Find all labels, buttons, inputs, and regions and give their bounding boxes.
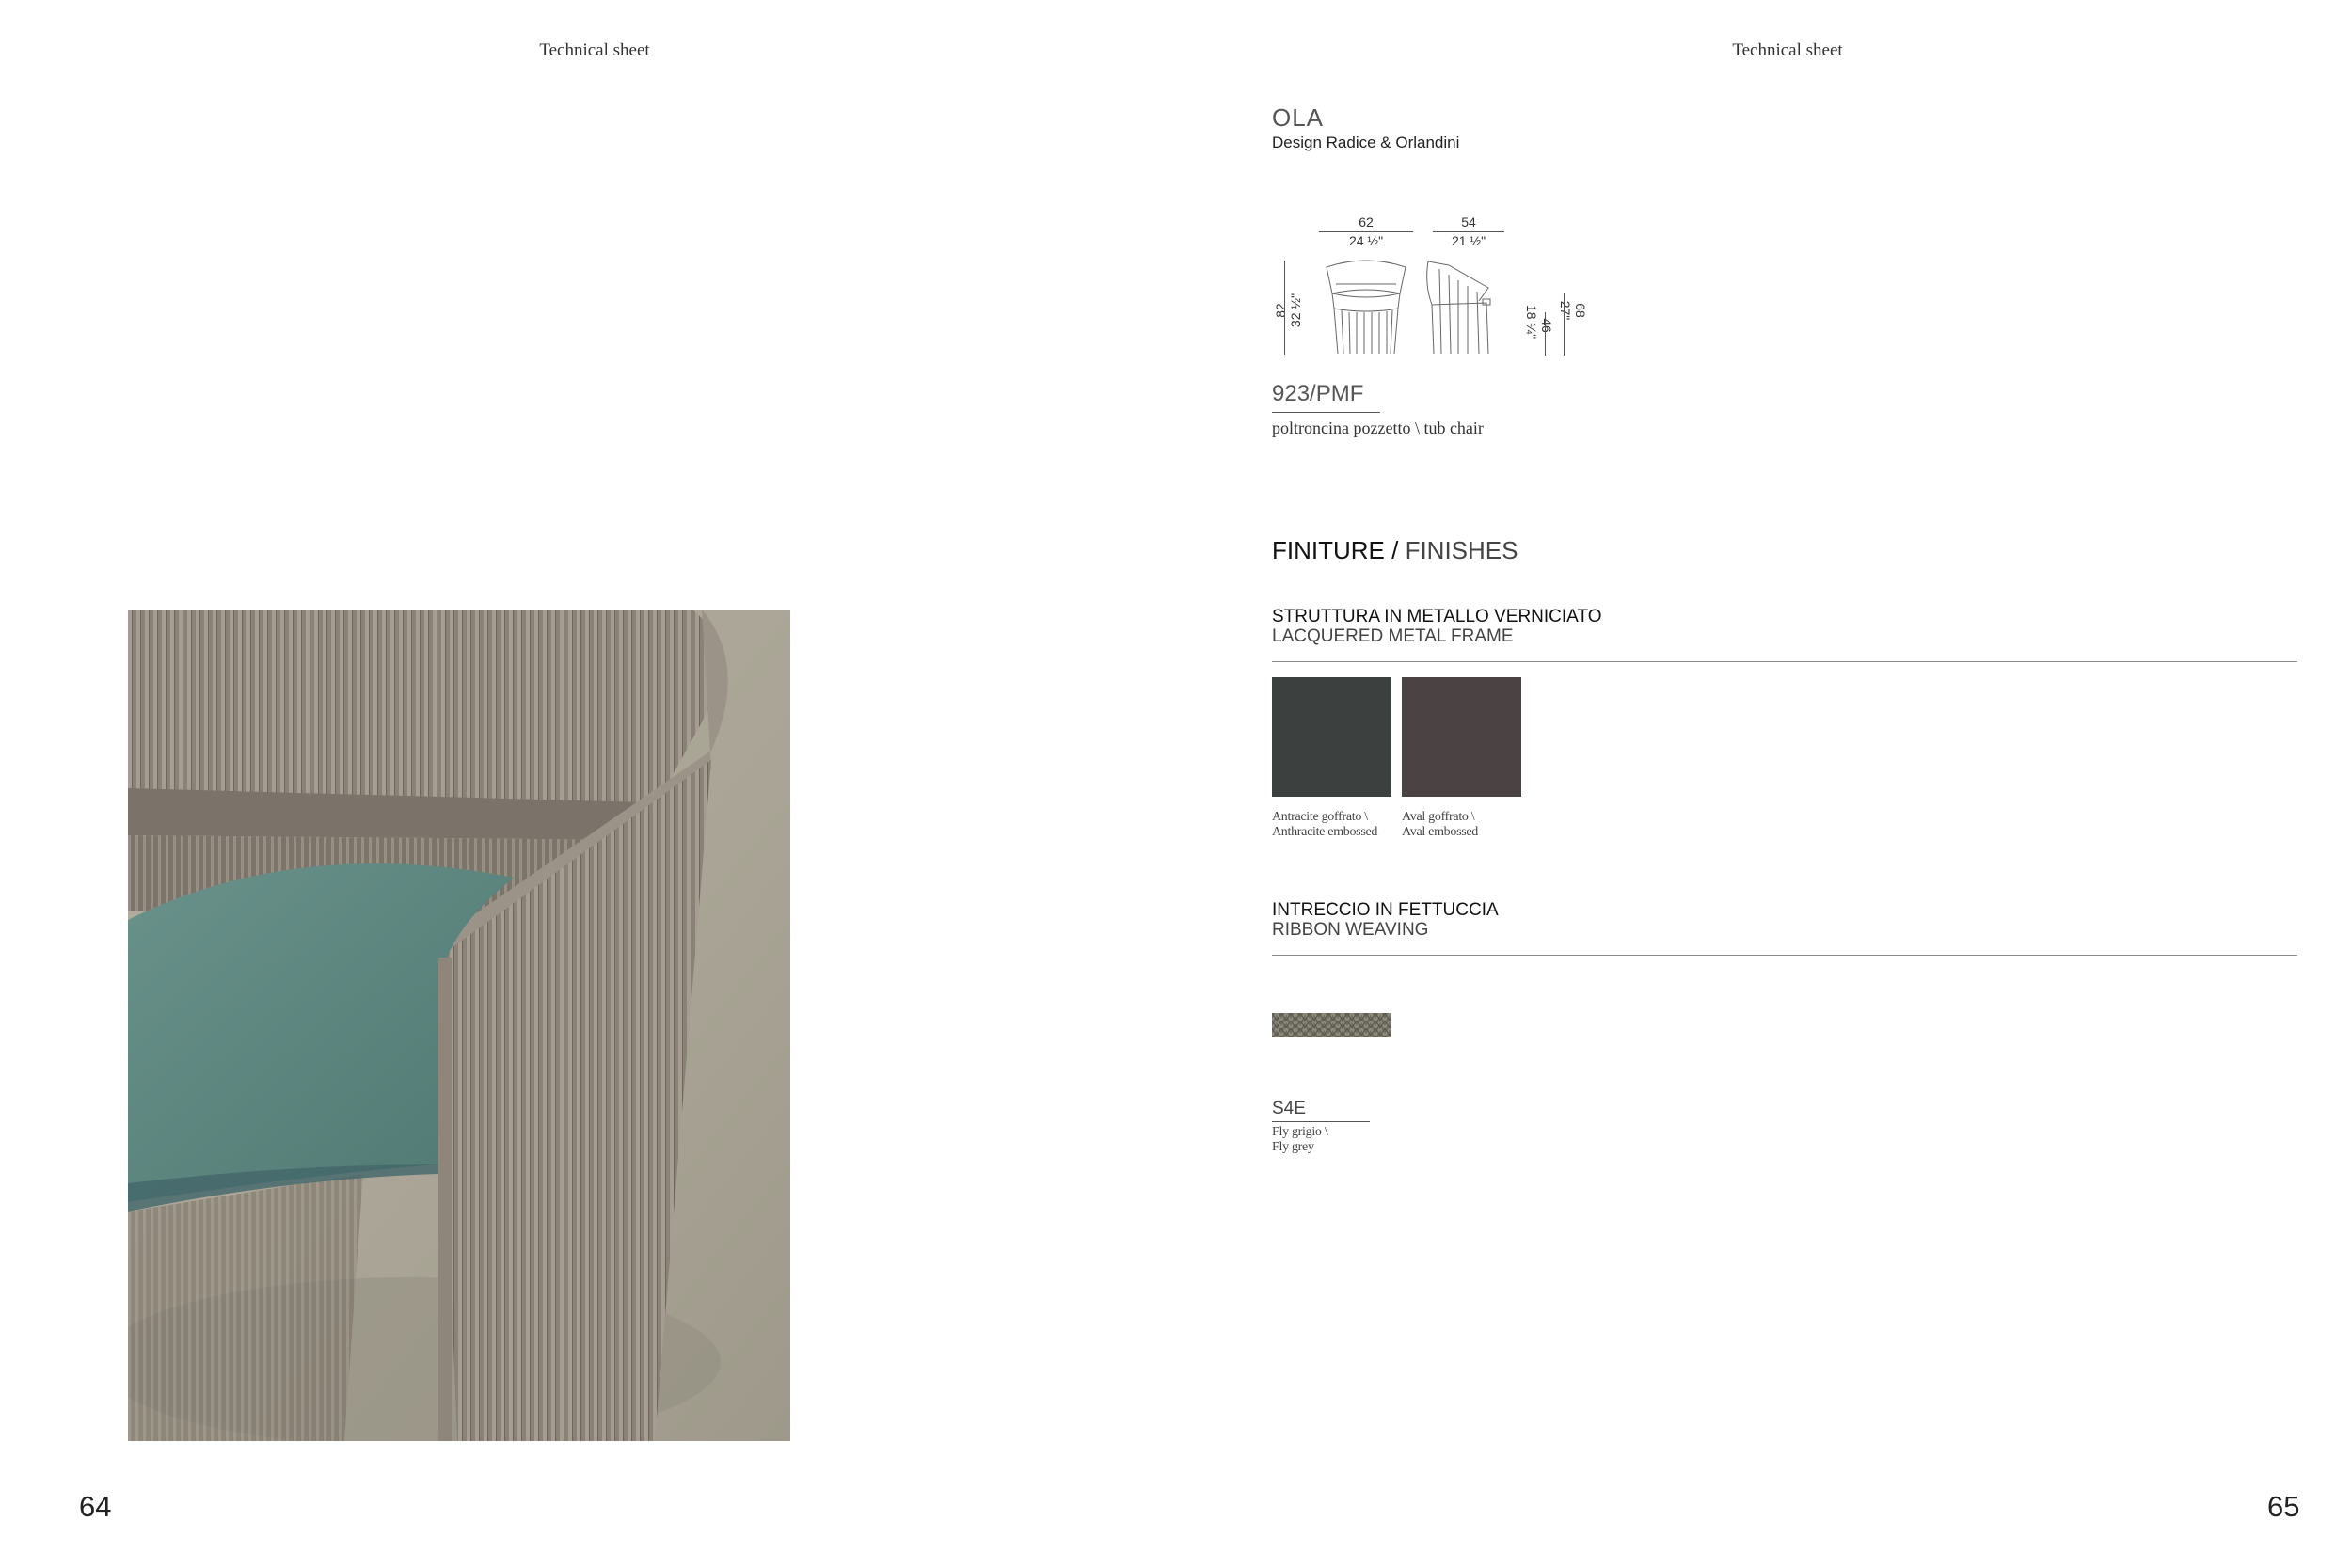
height-cm: 82 [1273, 303, 1288, 318]
arm-height-cm: 68 [1573, 303, 1588, 318]
frame-label-it: STRUTTURA IN METALLO VERNICIATO [1272, 607, 1602, 626]
front-view-chair-drawing [1326, 260, 1406, 355]
dimension-drawing: 62 24 ½" 54 21 ½" 82 32 ½" 18 ¼" 46 27" … [1261, 209, 1599, 369]
running-head-left: Technical sheet [539, 40, 650, 60]
seat-height-in: 18 ¼" [1524, 304, 1539, 340]
finishes-title: FINITURE / FINISHES [1272, 536, 1518, 565]
arm-height-in: 27" [1558, 300, 1573, 321]
caption-line-it: Antracite goffrato \ [1272, 810, 1368, 824]
product-code-underline [1272, 412, 1380, 413]
chair-photo-illustration [128, 610, 790, 1441]
running-head-right: Technical sheet [1732, 40, 1843, 60]
weaving-rule [1272, 955, 2297, 956]
frame-label-en: LACQUERED METAL FRAME [1272, 626, 1514, 646]
weaving-swatch-s4e [1272, 1013, 1391, 1037]
chair-photo [128, 610, 790, 1441]
height-line [1284, 261, 1285, 355]
seat-height-cm: 46 [1539, 318, 1554, 333]
weaving-code-underline [1272, 1121, 1370, 1122]
arm-height-line [1564, 293, 1565, 356]
frame-swatch-aval [1402, 677, 1521, 797]
weaving-label-en: RIBBON WEAVING [1272, 920, 1429, 940]
frame-swatch-anthracite [1272, 677, 1391, 797]
weaving-texture [1272, 1013, 1391, 1037]
front-width-cm: 62 [1359, 214, 1374, 230]
weaving-swatch-code: S4E [1272, 1099, 1306, 1118]
side-depth-line [1433, 231, 1504, 232]
weaving-label-it: INTRECCIO IN FETTUCCIA [1272, 900, 1499, 920]
frame-rule [1272, 661, 2297, 662]
finishes-title-it: FINITURE / [1272, 536, 1399, 564]
side-depth-cm: 54 [1461, 214, 1476, 230]
side-depth-in: 21 ½" [1451, 233, 1486, 248]
front-width-in: 24 ½" [1348, 233, 1384, 248]
finishes-title-en: FINISHES [1405, 536, 1518, 564]
seat-height-line [1545, 312, 1546, 356]
caption-line-en: Fly grey [1272, 1140, 1314, 1154]
height-in: 32 ½" [1288, 293, 1303, 328]
product-code: 923/PMF [1272, 381, 1364, 406]
frame-swatch-aval-caption: Aval goffrato \ Aval embossed [1402, 810, 1478, 840]
frame-swatch-anthracite-caption: Antracite goffrato \ Anthracite embossed [1272, 810, 1377, 840]
caption-line-en: Anthracite embossed [1272, 825, 1378, 839]
page-number-right: 65 [2267, 1490, 2300, 1523]
weaving-swatch-caption: Fly grigio \ Fly grey [1272, 1125, 1328, 1155]
page-number-left: 64 [79, 1490, 112, 1523]
caption-line-en: Aval embossed [1402, 825, 1478, 839]
front-width-line [1319, 231, 1413, 232]
caption-line-it: Fly grigio \ [1272, 1125, 1328, 1139]
product-name: OLA [1272, 103, 1325, 132]
caption-line-it: Aval goffrato \ [1402, 810, 1475, 824]
designer-credit: Design Radice & Orlandini [1272, 134, 1460, 151]
product-description: poltroncina pozzetto \ tub chair [1272, 419, 1484, 437]
side-view-chair-drawing [1426, 261, 1491, 355]
